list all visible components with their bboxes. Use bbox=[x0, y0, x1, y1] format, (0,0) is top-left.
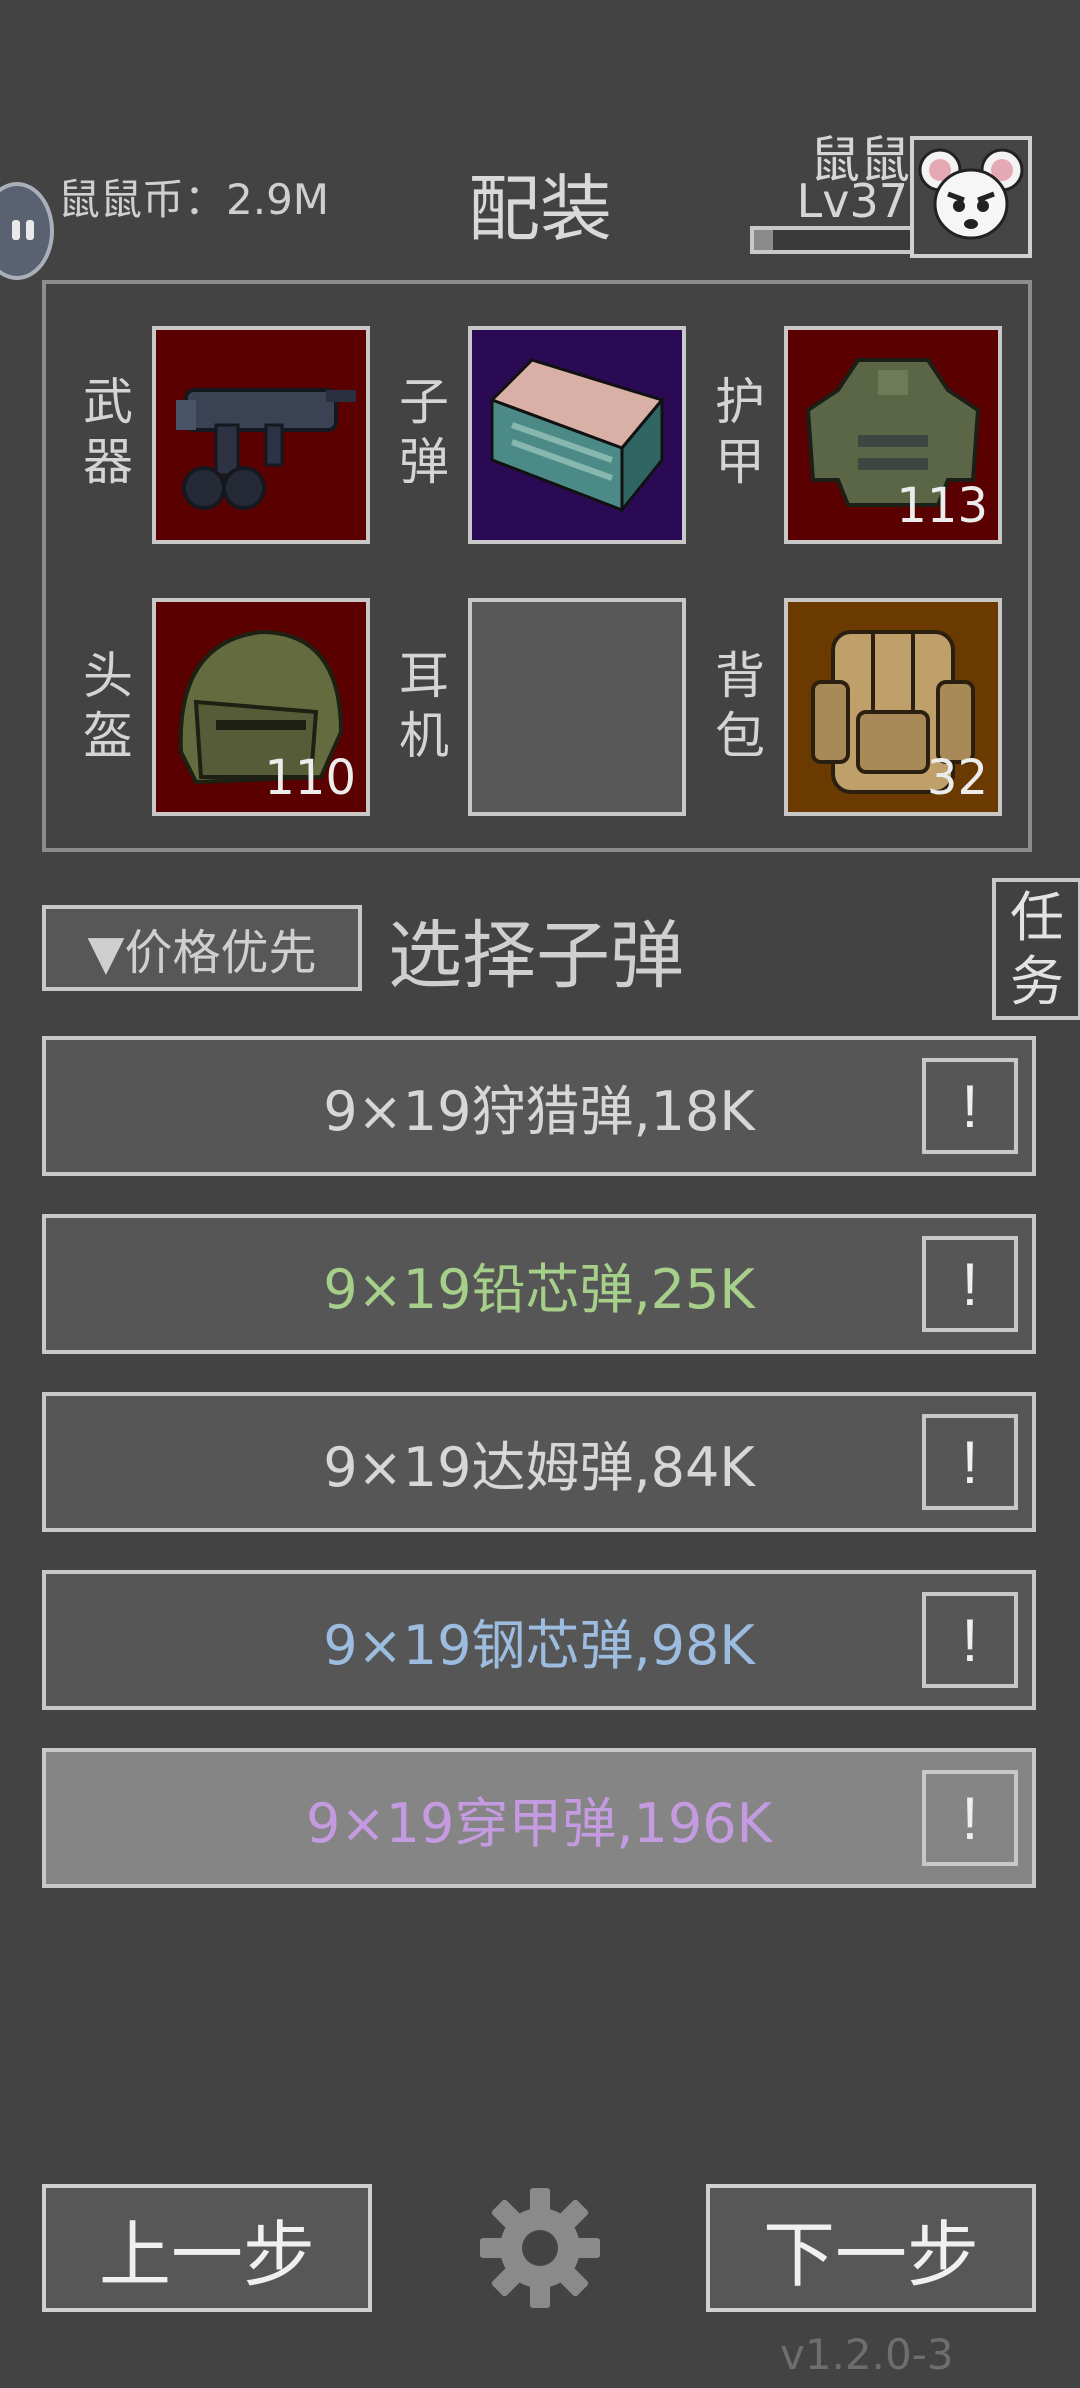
slot-count: 110 bbox=[264, 750, 356, 806]
task-label: 任务 bbox=[1010, 886, 1064, 1013]
ammo-option-label: 9×19钢芯弹,98K bbox=[323, 1613, 755, 1677]
slot-weapon[interactable] bbox=[152, 326, 370, 544]
ammo-option-label: 9×19达姆弹,84K bbox=[323, 1435, 755, 1499]
slot-ammo[interactable] bbox=[468, 326, 686, 544]
version-label: v1.2.0-3 bbox=[780, 2330, 954, 2379]
info-button[interactable]: ! bbox=[922, 1770, 1018, 1866]
ammo-option-label: 9×19铅芯弹,25K bbox=[323, 1257, 755, 1321]
xp-progress-bar bbox=[750, 226, 918, 254]
slot-label-armor: 护甲 bbox=[715, 373, 765, 491]
slot-count: 113 bbox=[896, 478, 988, 534]
slot-headset[interactable] bbox=[468, 598, 686, 816]
slot-helmet[interactable]: 110 bbox=[152, 598, 370, 816]
previous-step-button[interactable]: 上一步 bbox=[42, 2184, 372, 2312]
slot-label-weapon: 武器 bbox=[83, 373, 133, 491]
slot-label-ammo: 子弹 bbox=[399, 373, 449, 491]
ammo-option-label: 9×19狩猎弹,18K bbox=[323, 1079, 755, 1143]
ammo-option-selected[interactable]: 9×19穿甲弹,196K ! bbox=[42, 1748, 1036, 1888]
task-button[interactable]: 任务 bbox=[992, 878, 1080, 1020]
settings-button[interactable] bbox=[476, 2184, 604, 2312]
info-button[interactable]: ! bbox=[922, 1058, 1018, 1154]
ammo-option[interactable]: 9×19钢芯弹,98K ! bbox=[42, 1570, 1036, 1710]
info-button[interactable]: ! bbox=[922, 1592, 1018, 1688]
info-button[interactable]: ! bbox=[922, 1236, 1018, 1332]
ammo-option-label: 9×19穿甲弹,196K bbox=[306, 1791, 772, 1855]
slot-label-backpack: 背包 bbox=[715, 647, 765, 765]
slot-label-headset: 耳机 bbox=[399, 647, 449, 765]
slot-backpack[interactable]: 32 bbox=[784, 598, 1002, 816]
slot-label-helmet: 头盔 bbox=[83, 647, 133, 765]
ammo-option[interactable]: 9×19狩猎弹,18K ! bbox=[42, 1036, 1036, 1176]
ammo-option[interactable]: 9×19达姆弹,84K ! bbox=[42, 1392, 1036, 1532]
player-level: Lv37 bbox=[796, 174, 908, 228]
select-ammo-title: 选择子弹 bbox=[388, 913, 684, 999]
submachine-gun-icon bbox=[176, 388, 356, 510]
gear-icon bbox=[480, 2188, 600, 2308]
slot-armor[interactable]: 113 bbox=[784, 326, 1002, 544]
next-step-button[interactable]: 下一步 bbox=[706, 2184, 1036, 2312]
ammo-option[interactable]: 9×19铅芯弹,25K ! bbox=[42, 1214, 1036, 1354]
mouse-avatar-icon bbox=[918, 148, 1024, 240]
avatar[interactable] bbox=[910, 136, 1032, 258]
ammo-box-icon bbox=[489, 358, 665, 515]
info-button[interactable]: ! bbox=[922, 1414, 1018, 1510]
sort-by-price-button[interactable]: ▼价格优先 bbox=[42, 905, 362, 991]
slot-count: 32 bbox=[926, 750, 988, 806]
